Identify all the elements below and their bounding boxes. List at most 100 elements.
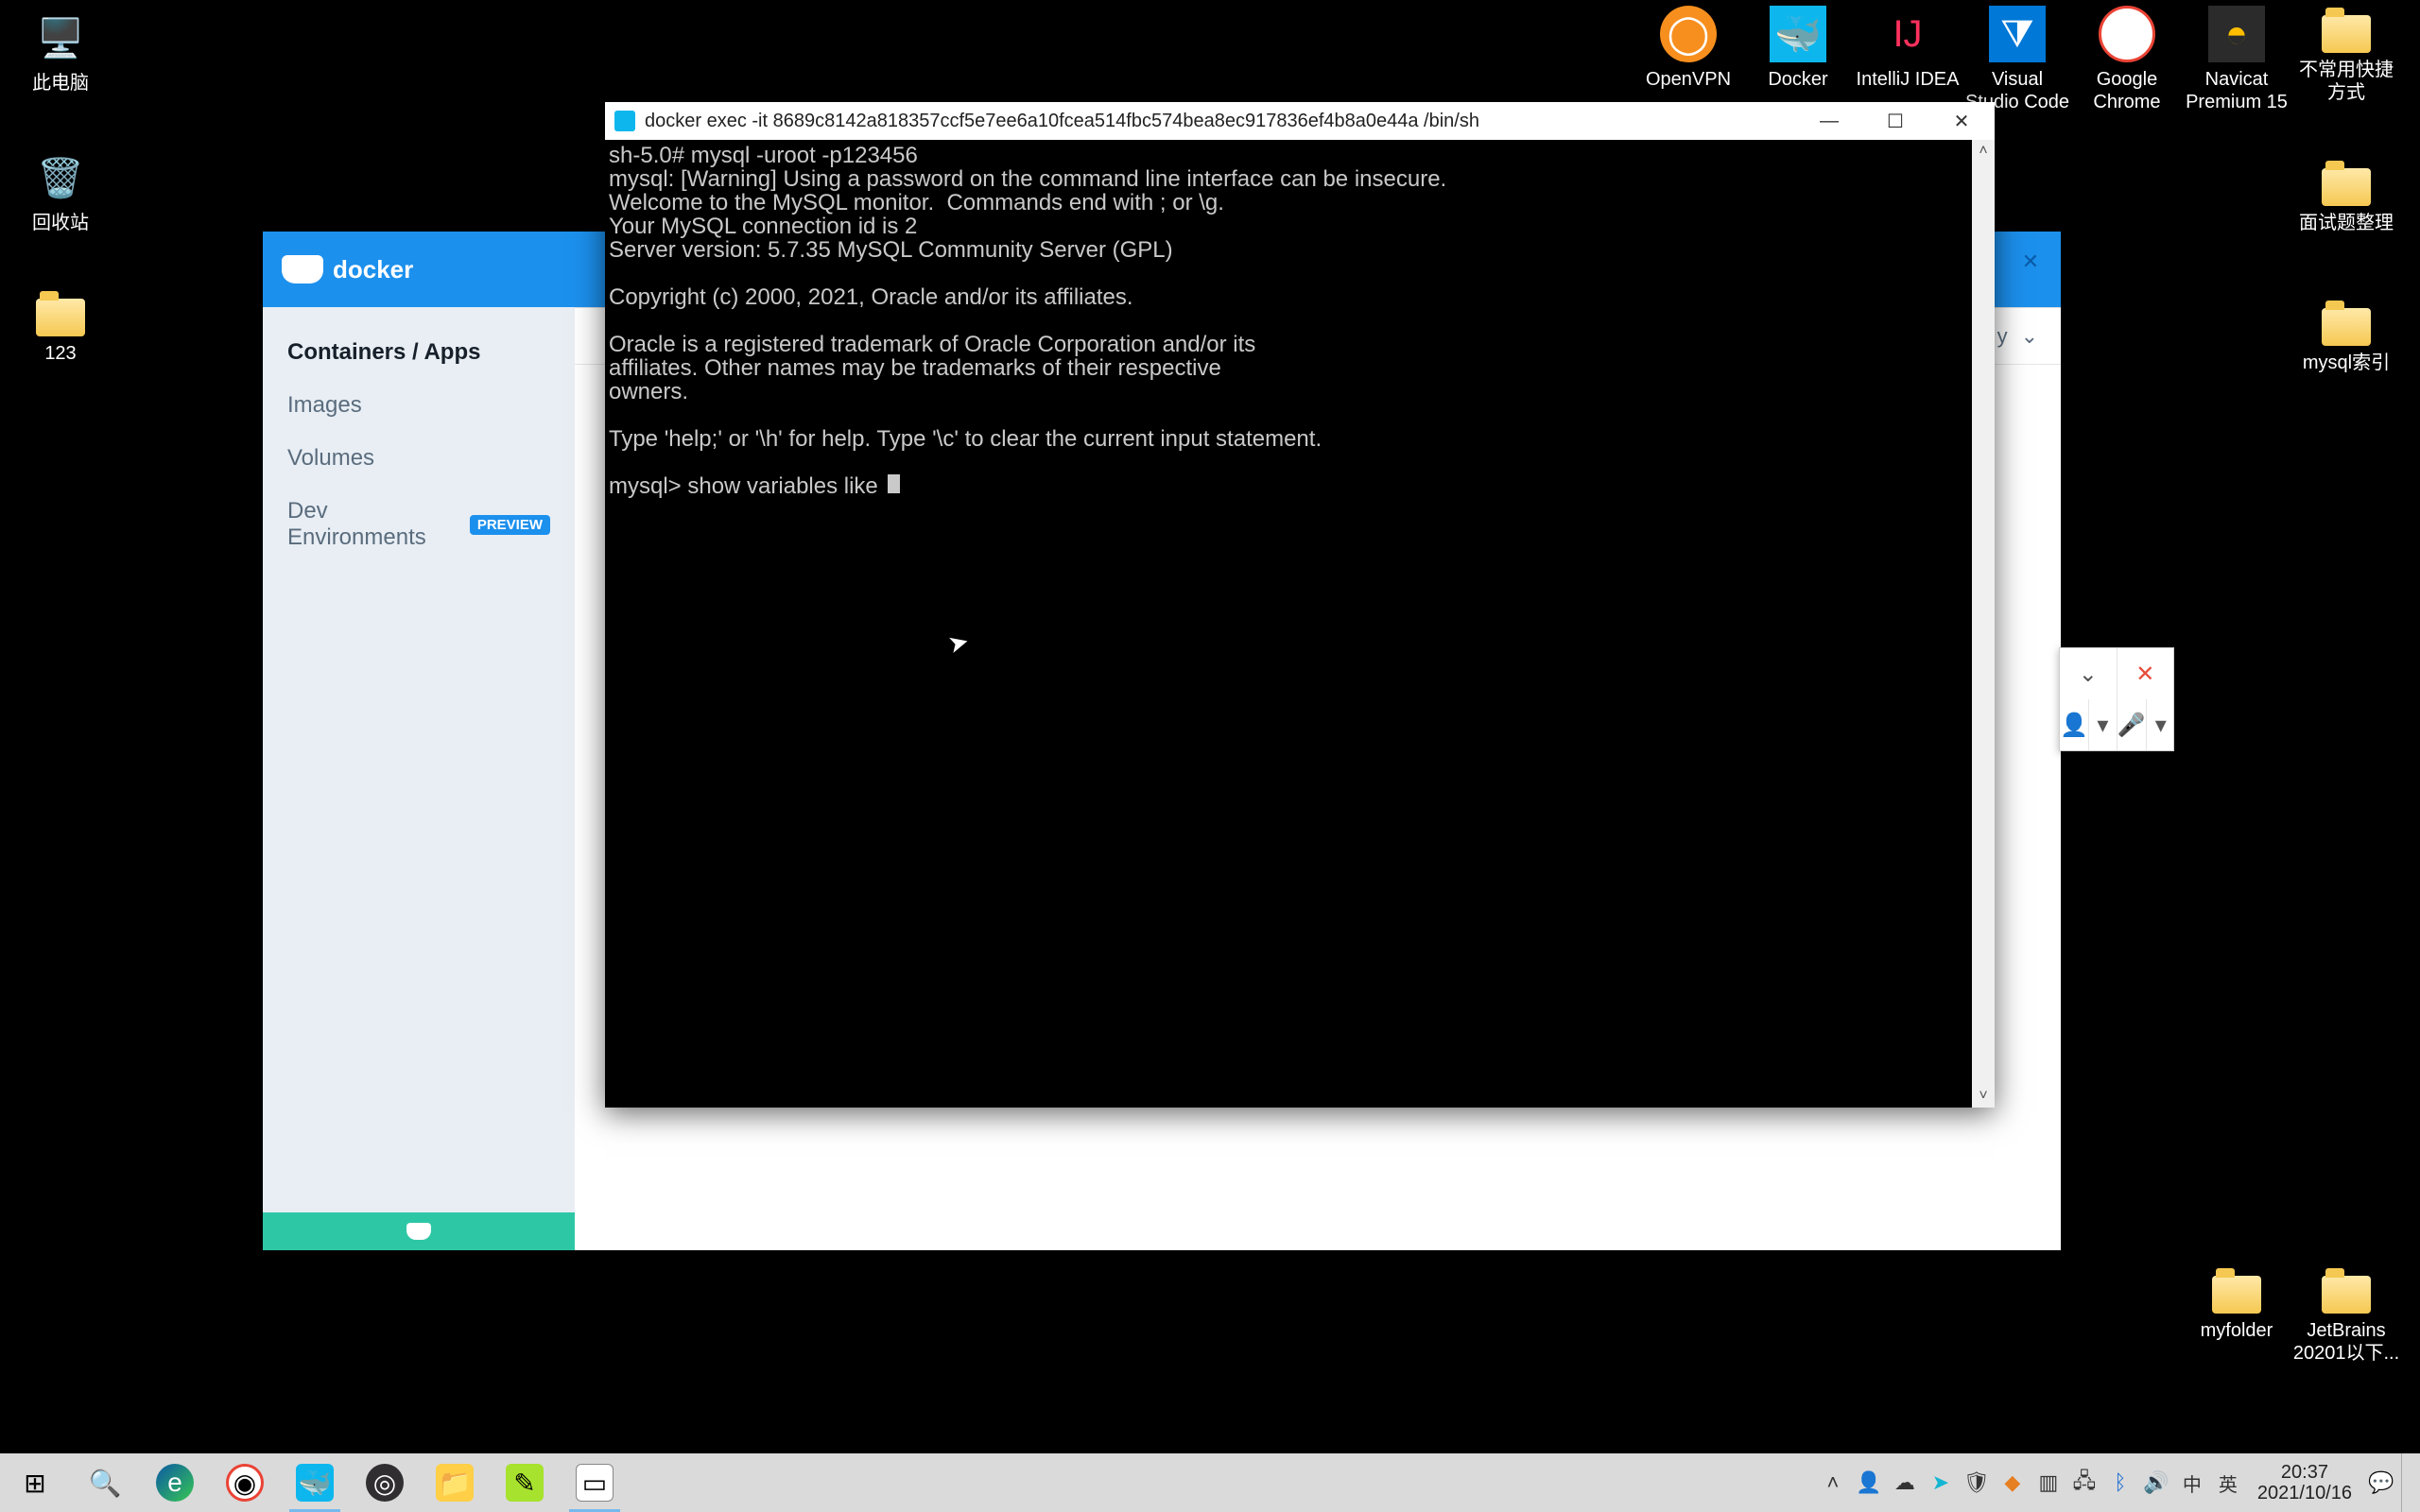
ime-dropdown-icon[interactable]: ▾ — [2089, 699, 2118, 750]
terminal-title: docker exec -it 8689c8142a818357ccf5e7ee… — [645, 111, 1479, 132]
ime-collapse-icon[interactable]: ⌄ — [2060, 648, 2118, 699]
taskbar-explorer[interactable]: 📁 — [420, 1453, 490, 1512]
terminal-cursor — [888, 474, 900, 493]
desktop-icon-intellij[interactable]: IJ IntelliJ IDEA — [1853, 6, 1962, 91]
intellij-icon: IJ — [1879, 6, 1936, 62]
taskbar-notepadpp[interactable]: ✎ — [490, 1453, 560, 1512]
search-button[interactable]: 🔍 — [70, 1453, 140, 1512]
icon-label: myfolder — [2182, 1319, 2291, 1342]
desktop-icon-recycle-bin[interactable]: 🗑️ 回收站 — [13, 149, 108, 234]
terminal-scrollbar[interactable]: ˄ ˅ — [1972, 140, 1995, 1108]
scroll-up-icon[interactable]: ˄ — [1972, 140, 1995, 163]
taskbar: ⊞ 🔍 e ◉ 🐳 ◎ 📁 ✎ ▭ ˄ 👤 ☁ ➤ 🛡 ◆ ▥ 🖧 ᛒ 🔊 中 … — [0, 1453, 2420, 1512]
ime-floating-panel[interactable]: ⌄ ✕ 👤 ▾ 🎤 ▾ — [2059, 647, 2174, 751]
sidebar-item-dev-env[interactable]: Dev Environments PREVIEW — [263, 485, 575, 564]
tray-people-icon[interactable]: 👤 — [1853, 1467, 1885, 1499]
start-button[interactable]: ⊞ — [0, 1453, 70, 1512]
navicat-icon: ◓ — [2208, 6, 2265, 62]
desktop-icon-chrome[interactable]: ◉ Google Chrome — [2072, 6, 2182, 113]
icon-label: 此电脑 — [13, 72, 108, 94]
sidebar-item-volumes[interactable]: Volumes — [263, 432, 575, 485]
desktop-icon-vscode[interactable]: ⧩ Visual Studio Code — [1962, 6, 2072, 113]
taskbar-obs[interactable]: ◎ — [350, 1453, 420, 1512]
terminal-output[interactable]: sh-5.0# mysql -uroot -p123456 mysql: [Wa… — [605, 140, 1972, 1108]
search-icon: 🔍 — [86, 1464, 124, 1502]
folder-icon — [36, 299, 85, 336]
desktop-icon-myfolder[interactable]: myfolder — [2182, 1266, 2291, 1342]
desktop-icon-shortcuts-folder[interactable]: 不常用快捷方式 — [2291, 6, 2401, 104]
sidebar-item-containers[interactable]: Containers / Apps — [263, 326, 575, 379]
taskbar-left: ⊞ 🔍 e ◉ 🐳 ◎ 📁 ✎ ▭ — [0, 1453, 630, 1512]
tray-ime-lang[interactable]: 中 — [2176, 1467, 2208, 1499]
ime-mic-icon[interactable]: 🎤 — [2118, 699, 2147, 750]
chrome-icon: ◉ — [226, 1464, 264, 1502]
taskbar-clock[interactable]: 20:37 2021/10/16 — [2248, 1462, 2361, 1503]
pc-icon: 🖥️ — [32, 9, 89, 66]
minimize-button[interactable]: — — [1796, 102, 1862, 140]
sidebar-item-label: Volumes — [287, 445, 374, 472]
tray-security-icon[interactable]: 🛡 — [1961, 1467, 1993, 1499]
folder-icon — [2322, 168, 2371, 206]
docker-footer — [263, 1212, 575, 1250]
ime-user-icon[interactable]: 👤 — [2060, 699, 2089, 750]
desktop-icon-this-pc[interactable]: 🖥️ 此电脑 — [13, 9, 108, 94]
sidebar-item-label: Dev Environments — [287, 498, 462, 551]
desktop-icon-interview-folder[interactable]: 面试题整理 — [2291, 159, 2401, 234]
ime-dropdown2-icon[interactable]: ▾ — [2147, 699, 2175, 750]
desktop-icon-openvpn[interactable]: ◯ OpenVPN — [1634, 6, 1743, 91]
desktop-icon-docker[interactable]: 🐳 Docker — [1743, 6, 1853, 91]
desktop-icon-navicat[interactable]: ◓ Navicat Premium 15 — [2182, 6, 2291, 113]
icon-label: IntelliJ IDEA — [1853, 68, 1962, 91]
docker-icon: 🐳 — [1770, 6, 1826, 62]
taskbar-right: ˄ 👤 ☁ ➤ 🛡 ◆ ▥ 🖧 ᛒ 🔊 中 英 20:37 2021/10/16… — [1817, 1453, 2420, 1512]
ime-close-icon[interactable]: ✕ — [2118, 648, 2174, 699]
docker-icon: 🐳 — [296, 1464, 334, 1502]
icon-label: 回收站 — [13, 212, 108, 234]
sort-indicator[interactable]: y — [1997, 324, 2008, 349]
folder-icon — [2322, 1276, 2371, 1314]
taskbar-edge[interactable]: e — [140, 1453, 210, 1512]
icon-label: 123 — [13, 342, 108, 365]
docker-logo-text: docker — [333, 255, 413, 284]
terminal-body[interactable]: sh-5.0# mysql -uroot -p123456 mysql: [Wa… — [605, 140, 1995, 1108]
chevron-down-icon[interactable]: ⌄ — [2021, 324, 2038, 349]
terminal-app-icon — [614, 111, 635, 131]
icon-label: OpenVPN — [1634, 68, 1743, 91]
tray-network-icon[interactable]: 🖧 — [2068, 1467, 2100, 1499]
icon-label: mysql索引 — [2291, 352, 2401, 374]
maximize-button[interactable]: ☐ — [1862, 102, 1928, 140]
desktop-icon-folder-123[interactable]: 123 — [13, 289, 108, 365]
tray-onedrive-icon[interactable]: ☁ — [1889, 1467, 1921, 1499]
taskbar-chrome[interactable]: ◉ — [210, 1453, 280, 1512]
whale-icon — [406, 1223, 431, 1240]
sidebar-item-label: Images — [287, 392, 362, 419]
desktop-icon-mysql-index-folder[interactable]: mysql索引 — [2291, 299, 2401, 374]
openvpn-icon: ◯ — [1660, 6, 1717, 62]
tray-overflow-icon[interactable]: ˄ — [1817, 1467, 1849, 1499]
tray-ime-mode[interactable]: 英 — [2212, 1467, 2244, 1499]
docker-sidebar: Containers / Apps Images Volumes Dev Env… — [263, 307, 575, 1212]
whale-icon — [282, 255, 323, 284]
sidebar-item-images[interactable]: Images — [263, 379, 575, 432]
action-center-icon[interactable]: 💬 — [2365, 1467, 2397, 1499]
taskbar-terminal[interactable]: ▭ — [560, 1453, 630, 1512]
tray-app-icon[interactable]: ◆ — [1996, 1467, 2029, 1499]
docker-logo: docker — [282, 255, 413, 284]
docker-close-button[interactable]: ✕ — [2017, 249, 2044, 275]
tray-battery-icon[interactable]: ▥ — [2032, 1467, 2065, 1499]
tray-bluetooth-icon[interactable]: ᛒ — [2104, 1467, 2136, 1499]
terminal-titlebar[interactable]: docker exec -it 8689c8142a818357ccf5e7ee… — [605, 102, 1995, 140]
taskbar-docker[interactable]: 🐳 — [280, 1453, 350, 1512]
show-desktop-button[interactable] — [2401, 1453, 2412, 1512]
icon-label: 不常用快捷方式 — [2291, 59, 2401, 104]
tray-location-icon[interactable]: ➤ — [1925, 1467, 1957, 1499]
edge-icon: e — [156, 1464, 194, 1502]
close-button[interactable]: ✕ — [1928, 102, 1995, 140]
folder-icon — [2322, 15, 2371, 53]
icon-label: 面试题整理 — [2291, 212, 2401, 234]
scroll-down-icon[interactable]: ˅ — [1972, 1085, 1995, 1108]
bin-icon: 🗑️ — [32, 149, 89, 206]
desktop-icon-jetbrains-folder[interactable]: JetBrains 20201以下... — [2291, 1266, 2401, 1365]
tray-volume-icon[interactable]: 🔊 — [2140, 1467, 2172, 1499]
chrome-icon: ◉ — [2099, 6, 2155, 62]
